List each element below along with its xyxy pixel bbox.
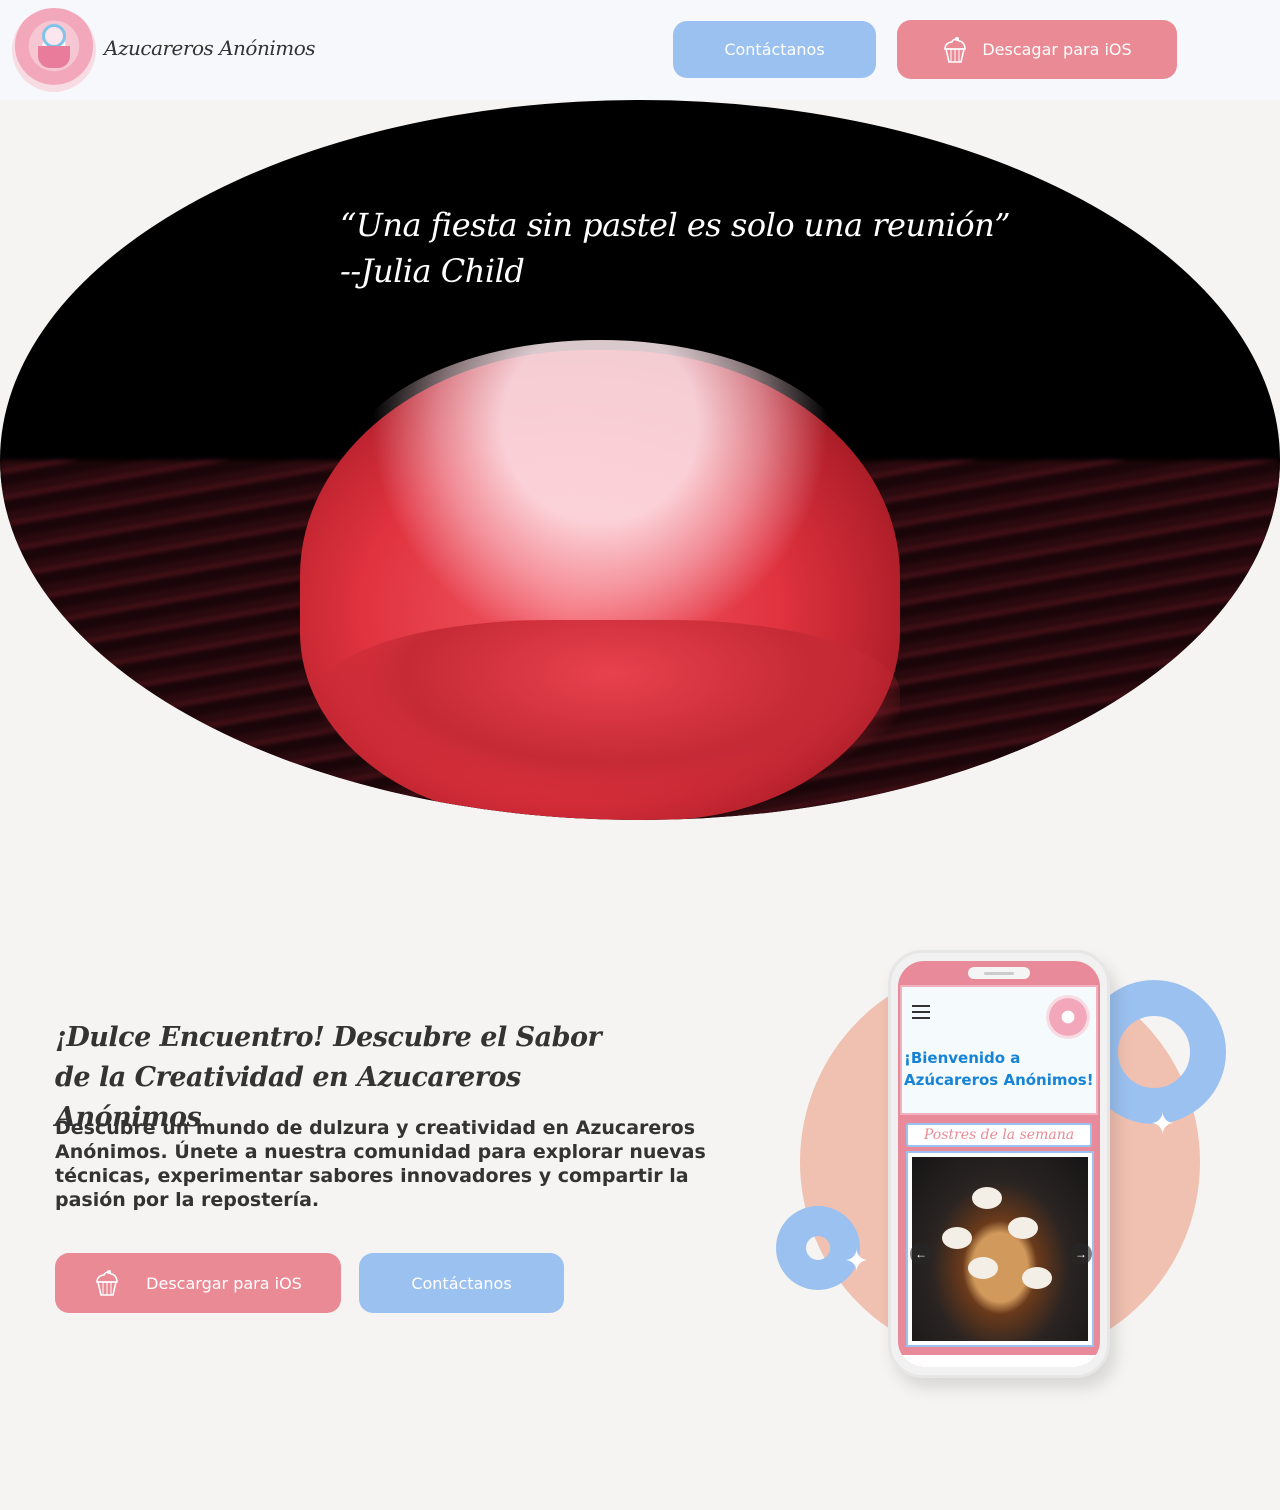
app-welcome: ¡Bienvenido a Azúcareros Anónimos! (904, 1049, 1094, 1089)
download-ios-button[interactable]: Descargar para iOS (55, 1253, 341, 1313)
app-bottom-nav (898, 1355, 1100, 1367)
phone-notch (968, 967, 1030, 979)
arrow-right-icon[interactable]: → (1070, 1243, 1092, 1265)
header-download-label: Descagar para iOS (982, 40, 1132, 59)
app-logo (1046, 995, 1090, 1039)
hero-banner: “Una fiesta sin pastel es solo una reuni… (0, 100, 1280, 820)
cupcake-icon (942, 36, 968, 64)
hero-coconut-topping (340, 340, 860, 620)
arrow-left-icon[interactable]: ← (910, 1243, 932, 1265)
page-description: Descubre un mundo de dulzura y creativid… (55, 1117, 706, 1211)
hero-glaze (320, 620, 900, 800)
sparkle-icon: ✦ (1150, 1108, 1176, 1141)
contact-button[interactable]: Contáctanos (359, 1253, 564, 1313)
hero-quote: “Una fiesta sin pastel es solo una reuni… (340, 202, 1011, 294)
header-contact-label: Contáctanos (724, 40, 825, 59)
app-section-title: Postres de la semana (906, 1123, 1092, 1147)
cupcake-icon (94, 1269, 120, 1297)
photo-detail (1008, 1217, 1038, 1239)
header-contact-button[interactable]: Contáctanos (673, 21, 876, 78)
phone-mockup: ¡Bienvenido a Azúcareros Anónimos! Postr… (888, 950, 1110, 1378)
photo-detail (942, 1227, 972, 1249)
app-header: ¡Bienvenido a Azúcareros Anónimos! (900, 985, 1098, 1115)
download-ios-label: Descargar para iOS (146, 1273, 302, 1293)
dessert-photo (912, 1157, 1088, 1341)
photo-detail (1022, 1267, 1052, 1289)
hero-quote-text: “Una fiesta sin pastel es solo una reuni… (340, 206, 1011, 244)
phone-screen: ¡Bienvenido a Azúcareros Anónimos! Postr… (898, 961, 1100, 1367)
photo-detail (972, 1187, 1002, 1209)
contact-label: Contáctanos (411, 1273, 512, 1293)
brand-logo[interactable] (12, 8, 96, 92)
logo-cup (38, 46, 70, 68)
photo-detail (968, 1257, 998, 1279)
app-carousel: ← → (906, 1151, 1094, 1347)
menu-icon[interactable] (912, 1005, 930, 1019)
header-download-button[interactable]: Descagar para iOS (897, 20, 1177, 79)
brand-name: Azucareros Anónimos (104, 36, 316, 60)
logo-swirl (42, 24, 66, 48)
sparkle-icon: ✦ (844, 1245, 870, 1278)
hero-quote-author: --Julia Child (340, 252, 525, 290)
site-header: Azucareros Anónimos Contáctanos Descagar… (0, 0, 1280, 100)
